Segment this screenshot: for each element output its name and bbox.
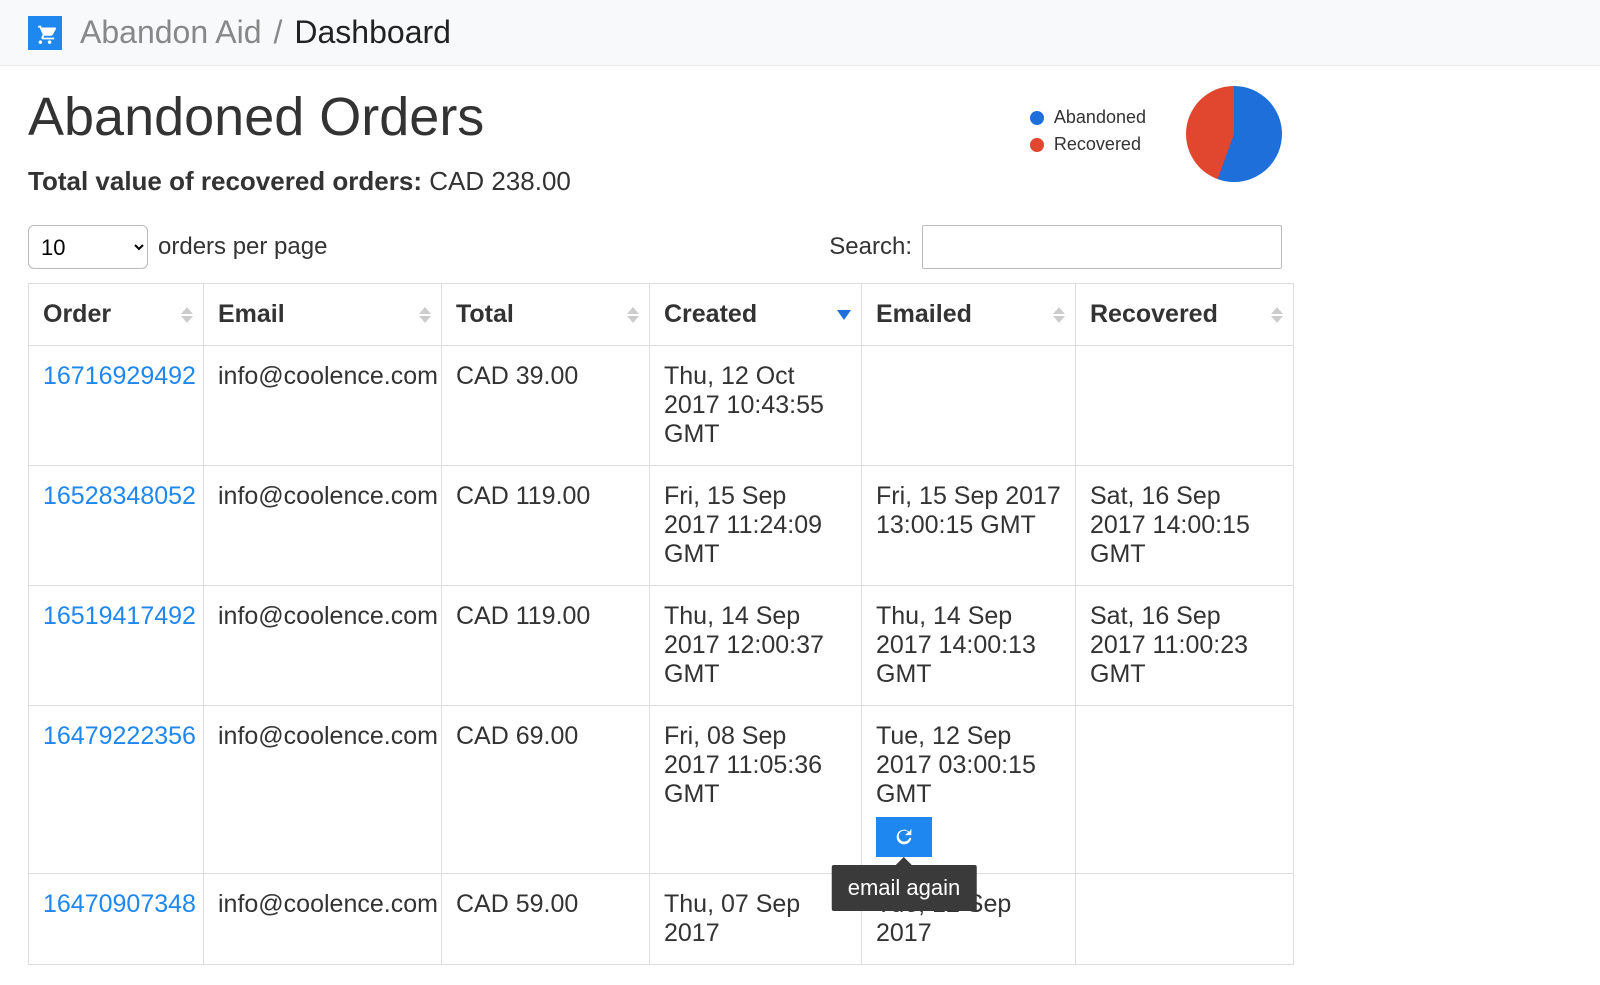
col-header-order[interactable]: Order — [29, 284, 204, 346]
table-row: 16519417492info@coolence.comCAD 119.00Th… — [29, 586, 1294, 706]
cell-order: 16528348052 — [29, 466, 204, 586]
topbar: Abandon Aid / Dashboard — [0, 0, 1600, 66]
cell-emailed: Thu, 14 Sep 2017 14:00:13 GMT — [862, 586, 1076, 706]
content: Abandoned Orders Total value of recovere… — [0, 66, 1310, 985]
cell-total: CAD 119.00 — [442, 586, 650, 706]
sort-icon — [419, 307, 431, 323]
chart-block: Abandoned Recovered — [1030, 86, 1282, 182]
cell-email: info@coolence.com — [204, 346, 442, 466]
refresh-icon — [893, 826, 915, 848]
table-row: 16470907348 info@coolence.comCAD 59.00Thu… — [29, 874, 1294, 965]
col-header-total[interactable]: Total — [442, 284, 650, 346]
breadcrumb-page: Dashboard — [294, 14, 451, 51]
cell-recovered — [1076, 346, 1294, 466]
legend-dot-recovered — [1030, 138, 1044, 152]
cell-created: Thu, 12 Oct 2017 10:43:55 GMT — [650, 346, 862, 466]
per-page-control: 10 orders per page — [28, 225, 327, 269]
legend-item-abandoned: Abandoned — [1030, 107, 1146, 128]
cell-recovered — [1076, 874, 1294, 965]
sort-icon — [181, 307, 193, 323]
search-block: Search: — [829, 225, 1282, 269]
order-link[interactable]: 16716929492 — [43, 362, 196, 390]
order-link[interactable]: 16528348052 — [43, 482, 196, 510]
table-row: 16716929492 info@coolence.comCAD 39.00Thu… — [29, 346, 1294, 466]
cell-total: CAD 69.00 — [442, 706, 650, 874]
sort-icon — [1271, 307, 1283, 323]
per-page-suffix: orders per page — [158, 233, 327, 261]
total-label: Total value of recovered orders: — [28, 166, 422, 196]
col-header-emailed[interactable]: Emailed — [862, 284, 1076, 346]
total-value: CAD 238.00 — [429, 166, 571, 196]
col-header-created[interactable]: Created — [650, 284, 862, 346]
chart-legend: Abandoned Recovered — [1030, 107, 1146, 161]
table-row: 16528348052info@coolence.comCAD 119.00Fr… — [29, 466, 1294, 586]
col-header-recovered[interactable]: Recovered — [1076, 284, 1294, 346]
order-link[interactable]: 16479222356 — [43, 722, 196, 750]
sort-icon-active-desc — [837, 310, 851, 320]
cell-emailed: Tue, 12 Sep 2017 03:00:15 GMTemail again — [862, 706, 1076, 874]
cell-email: info@coolence.com — [204, 586, 442, 706]
cell-order: 16519417492 — [29, 586, 204, 706]
cell-email: info@coolence.com — [204, 466, 442, 586]
table-row: 16479222356 info@coolence.comCAD 69.00Fri… — [29, 706, 1294, 874]
tooltip-email-again: email again — [832, 865, 977, 911]
breadcrumb-app[interactable]: Abandon Aid — [80, 14, 262, 51]
cell-recovered — [1076, 706, 1294, 874]
cell-order: 16479222356 — [29, 706, 204, 874]
cell-total: CAD 119.00 — [442, 466, 650, 586]
legend-label-recovered: Recovered — [1054, 134, 1141, 155]
breadcrumb-separator: / — [274, 14, 283, 51]
legend-label-abandoned: Abandoned — [1054, 107, 1146, 128]
page-title: Abandoned Orders — [28, 86, 571, 148]
order-link[interactable]: 16519417492 — [43, 602, 196, 630]
cell-recovered: Sat, 16 Sep 2017 11:00:23 GMT — [1076, 586, 1294, 706]
cell-order: 16470907348 — [29, 874, 204, 965]
col-header-email[interactable]: Email — [204, 284, 442, 346]
cell-order: 16716929492 — [29, 346, 204, 466]
per-page-select[interactable]: 10 — [28, 225, 148, 269]
cart-icon — [28, 16, 62, 50]
order-link[interactable]: 16470907348 — [43, 890, 196, 918]
legend-dot-abandoned — [1030, 111, 1044, 125]
cell-email: info@coolence.com — [204, 706, 442, 874]
cell-recovered: Sat, 16 Sep 2017 14:00:15 GMT — [1076, 466, 1294, 586]
search-input[interactable] — [922, 225, 1282, 269]
email-again-button[interactable]: email again — [876, 817, 932, 857]
orders-table: Order Email Total Created Emailed — [28, 283, 1294, 965]
pie-chart — [1186, 86, 1282, 182]
cell-total: CAD 39.00 — [442, 346, 650, 466]
cell-emailed — [862, 346, 1076, 466]
total-recovered-line: Total value of recovered orders: CAD 238… — [28, 166, 571, 197]
sort-icon — [1053, 307, 1065, 323]
sort-icon — [627, 307, 639, 323]
cell-created: Thu, 07 Sep 2017 — [650, 874, 862, 965]
cell-created: Thu, 14 Sep 2017 12:00:37 GMT — [650, 586, 862, 706]
cell-total: CAD 59.00 — [442, 874, 650, 965]
search-label: Search: — [829, 233, 912, 261]
cell-created: Fri, 15 Sep 2017 11:24:09 GMT — [650, 466, 862, 586]
cell-emailed: Fri, 15 Sep 2017 13:00:15 GMT — [862, 466, 1076, 586]
cell-created: Fri, 08 Sep 2017 11:05:36 GMT — [650, 706, 862, 874]
breadcrumb: Abandon Aid / Dashboard — [80, 14, 451, 51]
legend-item-recovered: Recovered — [1030, 134, 1146, 155]
cell-email: info@coolence.com — [204, 874, 442, 965]
